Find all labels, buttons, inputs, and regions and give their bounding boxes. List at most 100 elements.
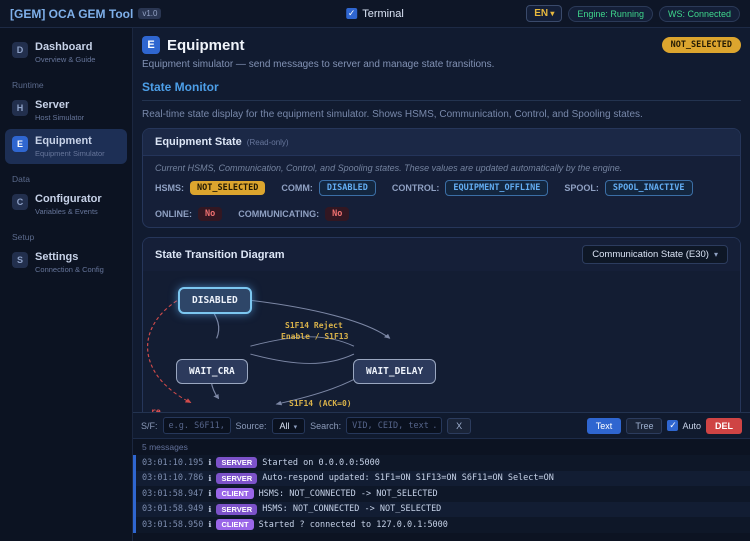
sidebar-item-sublabel: Connection & Config [35, 265, 104, 274]
sidebar-item-label: Equipment [35, 135, 92, 147]
search-filter-label: Search: [310, 420, 342, 431]
sidebar-item-server[interactable]: H Server Host Simulator [5, 93, 127, 128]
diagram-card-header: State Transition Diagram Communication S… [143, 238, 740, 271]
state-field-comm: COMM: DISABLED [281, 180, 376, 196]
sidebar-item-label: Settings [35, 251, 79, 263]
log-list[interactable]: 03:01:10.195 ℹ SERVER Started on 0.0.0.0… [133, 455, 750, 541]
page-header: E Equipment NOT_SELECTED [142, 36, 741, 54]
dashboard-icon: D [12, 42, 28, 58]
state-fields-row-1: HSMS: NOT_SELECTED COMM: DISABLED CONTRO… [143, 175, 740, 202]
info-icon: ℹ [208, 489, 212, 499]
equipment-state-card: Equipment State (Read-only) Current HSMS… [142, 128, 741, 228]
state-node-wait-cra[interactable]: WAIT_CRA [176, 359, 248, 384]
sidebar-item-sublabel: Variables & Events [35, 207, 98, 216]
page-title: Equipment [167, 36, 245, 54]
chevron-down-icon: ▾ [293, 423, 298, 431]
ws-status-badge: WS: Connected [658, 5, 740, 22]
state-transition-diagram-card: State Transition Diagram Communication S… [142, 237, 741, 412]
sidebar-item-configurator[interactable]: C Configurator Variables & Events [5, 187, 127, 222]
source-badge: SERVER [216, 503, 258, 515]
view-text-button[interactable]: Text [586, 417, 622, 434]
configurator-icon: C [12, 194, 28, 210]
app-window: [GEM] OCA GEM Tool v1.0 Terminal EN ▾ En… [0, 0, 750, 541]
info-icon: ℹ [208, 504, 212, 514]
sidebar-item-sublabel: Overview & Guide [35, 55, 96, 64]
section-title-state-monitor: State Monitor [142, 80, 741, 101]
page-content: E Equipment NOT_SELECTED Equipment simul… [133, 28, 750, 412]
hsms-value-badge: NOT_SELECTED [190, 181, 266, 195]
edge-label-s1f14-ack0: S1F14 (ACK=0) [289, 399, 352, 408]
info-icon: ℹ [208, 458, 212, 468]
log-row[interactable]: 03:01:58.949 ℹ SERVER HSMS: NOT_CONNECTE… [133, 501, 750, 517]
language-dropdown[interactable]: EN ▾ [526, 5, 563, 22]
comm-value-badge: DISABLED [318, 180, 376, 196]
chevron-down-icon: ▾ [713, 250, 718, 259]
source-filter-select[interactable]: All ▾ [271, 417, 306, 434]
sidebar-item-settings[interactable]: S Settings Connection & Config [5, 245, 127, 280]
sidebar: D Dashboard Overview & Guide Runtime H S… [0, 28, 133, 541]
sf-filter-input[interactable] [162, 417, 231, 434]
sidebar-section-runtime: Runtime [12, 80, 44, 90]
sf-filter-label: S/F: [141, 420, 158, 431]
sidebar-item-sublabel: Host Simulator [35, 113, 85, 122]
view-tree-button[interactable]: Tree [626, 417, 663, 434]
edge-label-enable-s1f13: Enable / S1F13 [281, 332, 349, 341]
version-badge: v1.0 [138, 8, 162, 19]
equipment-page-icon: E [142, 36, 160, 54]
log-row[interactable]: 03:01:10.786 ℹ SERVER Auto-respond updat… [133, 470, 750, 486]
state-field-spool: SPOOL: SPOOL_INACTIVE [564, 180, 693, 196]
log-row[interactable]: 03:01:58.950 ℹ CLIENT Started ? connecte… [133, 517, 750, 533]
source-badge: SERVER [216, 457, 258, 469]
chevron-down-icon: ▾ [548, 9, 555, 18]
diagram-title: State Transition Diagram [155, 248, 285, 261]
sidebar-item-label: Server [35, 99, 70, 111]
communicating-value-badge: No [325, 207, 350, 221]
online-value-badge: No [198, 207, 223, 221]
sidebar-section-data: Data [12, 174, 30, 184]
clear-filters-button[interactable]: X [447, 417, 472, 434]
source-filter-label: Source: [235, 420, 267, 431]
info-icon: ℹ [208, 520, 212, 530]
sidebar-item-sublabel: Equipment Simulator [35, 149, 105, 158]
source-badge: SERVER [216, 472, 258, 484]
state-field-online: ONLINE: No [155, 207, 223, 221]
auto-scroll-checkbox[interactable] [667, 420, 679, 431]
control-value-badge: EQUIPMENT_OFFLINE [445, 180, 549, 196]
page-subtitle: Equipment simulator — send messages to s… [142, 59, 495, 70]
state-node-disabled[interactable]: DISABLED [178, 287, 252, 314]
equipment-state-card-header: Equipment State (Read-only) [143, 129, 740, 156]
log-row[interactable]: 03:01:58.947 ℹ CLIENT HSMS: NOT_CONNECTE… [133, 486, 750, 502]
card-title: Equipment State [155, 136, 242, 148]
state-field-hsms: HSMS: NOT_SELECTED [155, 181, 266, 195]
spool-value-badge: SPOOL_INACTIVE [604, 180, 693, 196]
sidebar-item-equipment[interactable]: E Equipment Equipment Simulator [5, 129, 127, 164]
diagram-state-selector[interactable]: Communication State (E30) ▾ [582, 245, 728, 264]
hsms-status-badge: NOT_SELECTED [661, 37, 741, 53]
terminal-checkbox[interactable] [346, 8, 358, 19]
sidebar-item-label: Configurator [35, 193, 102, 205]
app-title: [GEM] OCA GEM Tool [10, 6, 134, 21]
terminal-filter-bar: S/F: Source: All▾ Search: X Text Tree Au… [133, 413, 750, 439]
message-count: 5 messages [142, 442, 188, 452]
state-field-communicating: COMMUNICATING: No [238, 207, 350, 221]
equipment-state-note: Current HSMS, Communication, Control, an… [155, 163, 623, 173]
info-icon: ℹ [208, 473, 212, 483]
terminal-panel: S/F: Source: All▾ Search: X Text Tree Au… [133, 412, 750, 541]
engine-status-badge: Engine: Running [568, 5, 653, 22]
diagram-canvas[interactable]: DISABLED WAIT_CRA WAIT_DELAY COMMUNICATI… [143, 271, 740, 412]
readonly-label: (Read-only) [246, 137, 289, 147]
top-bar: [GEM] OCA GEM Tool v1.0 Terminal EN ▾ En… [0, 0, 750, 28]
server-icon: H [12, 100, 28, 116]
settings-icon: S [12, 252, 28, 268]
state-field-control: CONTROL: EQUIPMENT_OFFLINE [392, 180, 549, 196]
search-input[interactable] [346, 417, 443, 434]
delete-logs-button[interactable]: DEL [706, 417, 742, 434]
auto-scroll-label: Auto [682, 420, 701, 431]
state-fields-row-2: ONLINE: No COMMUNICATING: No [143, 202, 740, 227]
source-badge: CLIENT [216, 488, 254, 500]
log-row[interactable]: 03:01:10.195 ℹ SERVER Started on 0.0.0.0… [133, 455, 750, 471]
state-node-wait-delay[interactable]: WAIT_DELAY [353, 359, 437, 384]
terminal-toggle-label[interactable]: Terminal [362, 8, 404, 20]
sidebar-item-dashboard[interactable]: D Dashboard Overview & Guide [5, 35, 127, 70]
equipment-icon: E [12, 136, 28, 152]
